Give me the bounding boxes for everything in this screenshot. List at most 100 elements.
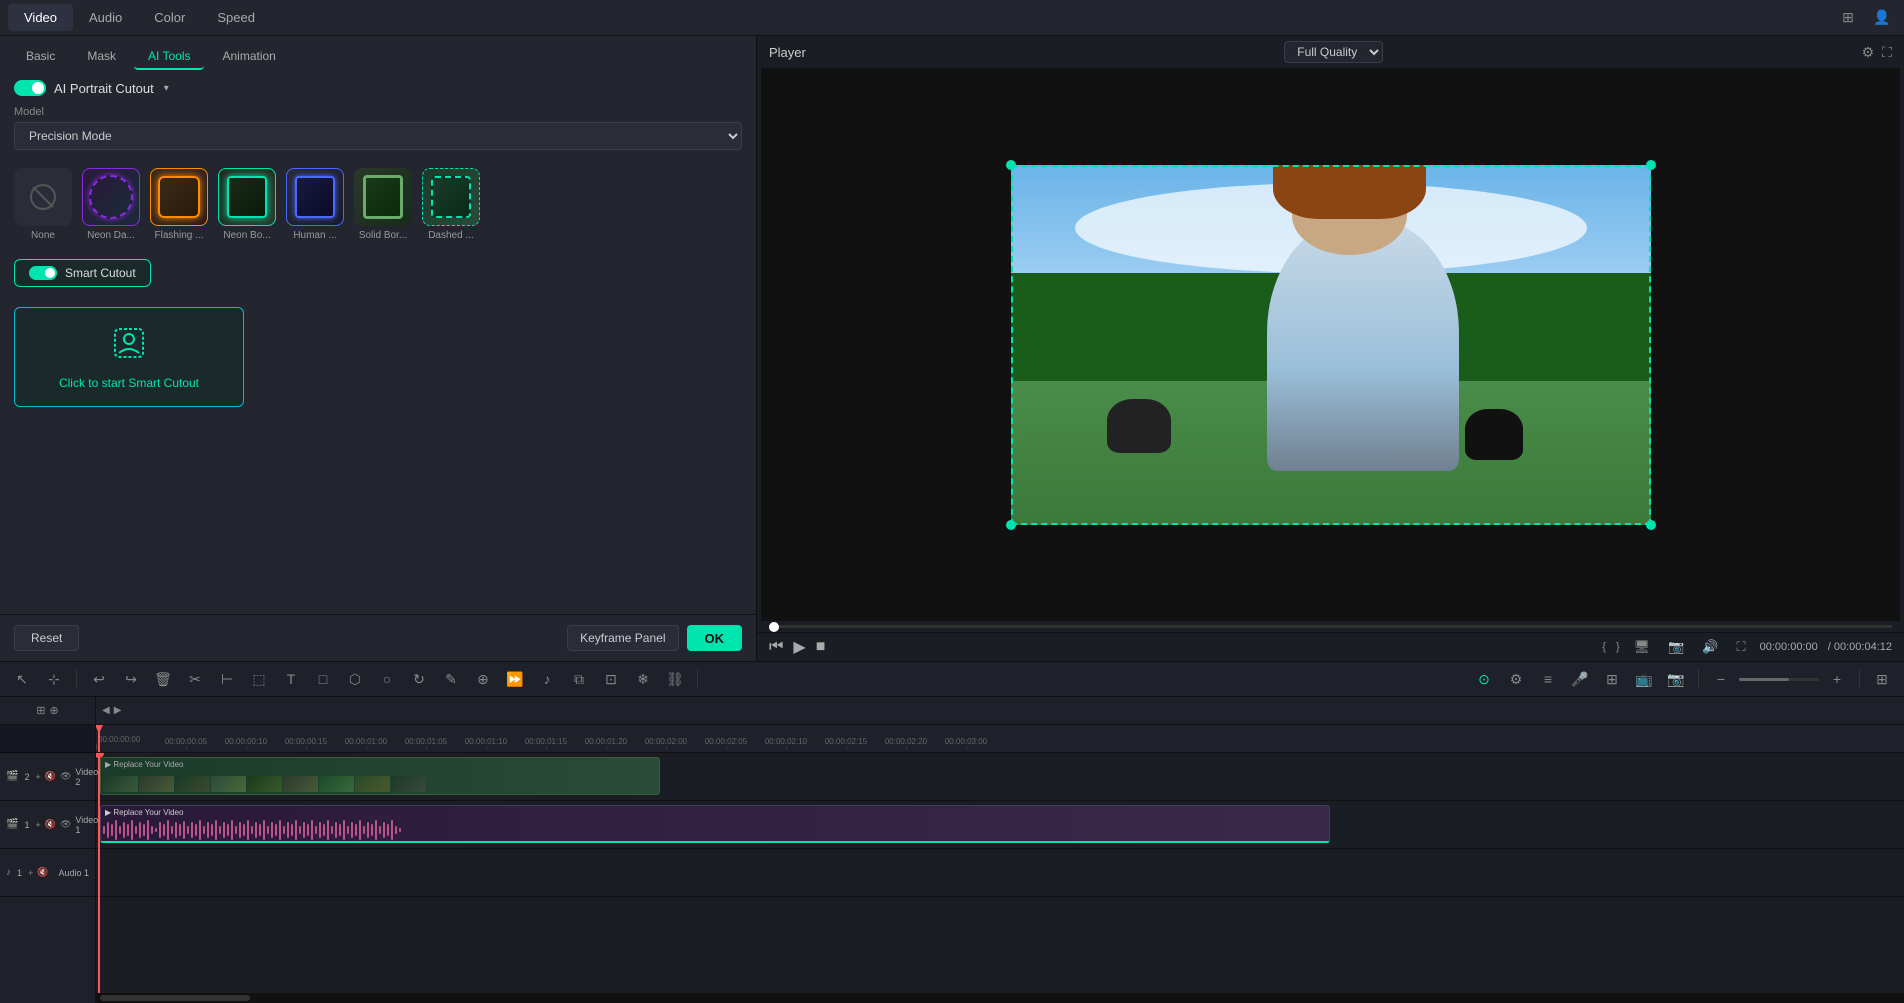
player-expand-icon[interactable]: ⛶	[1882, 44, 1892, 61]
video1-visible-icon[interactable]: 👁	[60, 819, 71, 830]
layers-icon[interactable]: ≡	[1534, 665, 1562, 693]
smart-cutout-row: Smart Cutout	[0, 251, 756, 295]
split-tool[interactable]: ⊢	[213, 665, 241, 693]
pen-tool[interactable]: ✎	[437, 665, 465, 693]
reset-button[interactable]: Reset	[14, 625, 79, 651]
effect-dashed[interactable]: Dashed ...	[422, 168, 480, 241]
monitor-icon[interactable]: 🖥	[1634, 639, 1651, 655]
play-button[interactable]: ▶	[793, 637, 805, 657]
camera-icon[interactable]: 📷	[1662, 665, 1690, 693]
zoom-slider[interactable]	[1739, 678, 1819, 681]
timeline-icon-1[interactable]: ◀	[102, 705, 110, 716]
effect-flashing[interactable]: Flashing ...	[150, 168, 208, 241]
video1-label: Video 1	[75, 815, 98, 835]
screen-record-icon[interactable]: 📺	[1630, 665, 1658, 693]
video2-add-icon[interactable]: +	[35, 772, 40, 782]
smart-cutout-toggle-btn[interactable]: Smart Cutout	[14, 259, 151, 287]
zoom-out-icon[interactable]: −	[1707, 665, 1735, 693]
tab-basic[interactable]: Basic	[12, 44, 69, 70]
select-tool[interactable]: ⊹	[40, 665, 68, 693]
box-tool[interactable]: □	[309, 665, 337, 693]
effect-neon-border-thumb	[218, 168, 276, 226]
track-settings-icon[interactable]: ⊕	[50, 704, 59, 717]
audio1-add-icon[interactable]: +	[28, 868, 33, 878]
prev-frame-button[interactable]: ⏮	[769, 638, 783, 656]
tab-audio[interactable]: Audio	[73, 4, 138, 31]
clip-video2[interactable]: ▶ Replace Your Video	[100, 757, 660, 795]
keyframe-panel-button[interactable]: Keyframe Panel	[567, 625, 678, 651]
track-label-audio1: ♪ 1 + 🔇 Audio 1	[0, 849, 95, 897]
link-tool[interactable]: ⛓	[661, 665, 689, 693]
fullscreen-icon[interactable]: ⊞	[1834, 4, 1862, 32]
tab-color[interactable]: Color	[138, 4, 201, 31]
h-scrollbar[interactable]	[96, 993, 1904, 1003]
keyframe-right-icon[interactable]: }	[1616, 641, 1620, 653]
effect-neon-dash[interactable]: Neon Da...	[82, 168, 140, 241]
start-smart-cutout-area[interactable]: Click to start Smart Cutout	[14, 307, 244, 407]
zoom-in-icon[interactable]: +	[1823, 665, 1851, 693]
track-toggle-icon[interactable]: ⊙	[1470, 665, 1498, 693]
zoom-tool[interactable]: ⊕	[469, 665, 497, 693]
video2-num: 2	[24, 772, 29, 782]
time-slider[interactable]	[769, 625, 1892, 628]
fullscreen-player-icon[interactable]: ⛶	[1737, 639, 1746, 655]
cursor-tool[interactable]: ↖	[8, 665, 36, 693]
effect-neon-border[interactable]: Neon Bo...	[218, 168, 276, 241]
tick-0: 00:00:00:00	[96, 735, 140, 744]
video1-add-icon[interactable]: +	[35, 820, 40, 830]
video1-mute-icon[interactable]: 🔇	[45, 819, 56, 830]
volume-tool[interactable]: ♪	[533, 665, 561, 693]
effect-human[interactable]: Human ...	[286, 168, 344, 241]
shape-tool[interactable]: ⬡	[341, 665, 369, 693]
h-scrollbar-thumb[interactable]	[100, 995, 250, 1001]
crop-tool[interactable]: ⬚	[245, 665, 273, 693]
speed-tool[interactable]: ⏩	[501, 665, 529, 693]
settings-icon[interactable]: ⚙	[1502, 665, 1530, 693]
video2-visible-icon[interactable]: 👁	[60, 771, 71, 782]
audio1-mute-icon[interactable]: 🔇	[37, 867, 48, 878]
handle-bottom-left[interactable]	[1006, 520, 1016, 530]
player-settings-icon[interactable]: ⚙	[1862, 44, 1875, 61]
text-tool[interactable]: T	[277, 665, 305, 693]
tab-animation[interactable]: Animation	[208, 44, 289, 70]
screenshot-icon[interactable]: 📷	[1668, 639, 1684, 655]
cut-tool[interactable]: ✂	[181, 665, 209, 693]
volume-icon[interactable]: 🔊	[1702, 639, 1718, 655]
import-icon[interactable]: ⊞	[1598, 665, 1626, 693]
keyframe-left-icon[interactable]: {	[1602, 641, 1606, 653]
effect-none[interactable]: None	[14, 168, 72, 241]
bottom-section: ↖ ⊹ ↩ ↪ 🗑 ✂ ⊢ ⬚ T □ ⬡ ○ ↻ ✎ ⊕ ⏩ ♪ ⧉ ⊡ ❄ …	[0, 661, 1904, 1003]
paste-tool[interactable]: ⊡	[597, 665, 625, 693]
handle-top-right[interactable]	[1646, 160, 1656, 170]
grid-icon[interactable]: ⊞	[1868, 665, 1896, 693]
undo-tool[interactable]: ↩	[85, 665, 113, 693]
add-track-icon[interactable]: ⊞	[36, 704, 45, 717]
mic-icon[interactable]: 🎤	[1566, 665, 1594, 693]
quality-select[interactable]: Full Quality	[1284, 41, 1383, 63]
redo-tool[interactable]: ↪	[117, 665, 145, 693]
ai-portrait-dropdown-icon[interactable]: ▾	[164, 83, 169, 94]
stop-button[interactable]: ■	[816, 638, 826, 656]
ok-button[interactable]: OK	[687, 625, 743, 651]
account-icon[interactable]: 👤	[1868, 4, 1896, 32]
ai-portrait-toggle-knob	[32, 82, 44, 94]
effect-solid-border[interactable]: Solid Bor...	[354, 168, 412, 241]
freeze-tool[interactable]: ❄	[629, 665, 657, 693]
track-row-video2: ▶ Replace Your Video	[96, 753, 1904, 801]
tab-ai-tools[interactable]: AI Tools	[134, 44, 204, 70]
handle-top-left[interactable]	[1006, 160, 1016, 170]
rotate-tool[interactable]: ↻	[405, 665, 433, 693]
timeline-icon-2[interactable]: ▶	[114, 705, 122, 716]
video2-mute-icon[interactable]: 🔇	[45, 771, 56, 782]
model-select[interactable]: Precision Mode	[14, 122, 742, 150]
ai-portrait-toggle[interactable]	[14, 80, 46, 96]
delete-tool[interactable]: 🗑	[149, 665, 177, 693]
clip-video1[interactable]: ▶ Replace Your Video	[100, 805, 1330, 843]
circle-tool[interactable]: ○	[373, 665, 401, 693]
tick-12: 00:00:02:15	[825, 737, 867, 746]
tab-speed[interactable]: Speed	[201, 4, 271, 31]
tab-video[interactable]: Video	[8, 4, 73, 31]
handle-bottom-right[interactable]	[1646, 520, 1656, 530]
copy-tool[interactable]: ⧉	[565, 665, 593, 693]
tab-mask[interactable]: Mask	[73, 44, 130, 70]
